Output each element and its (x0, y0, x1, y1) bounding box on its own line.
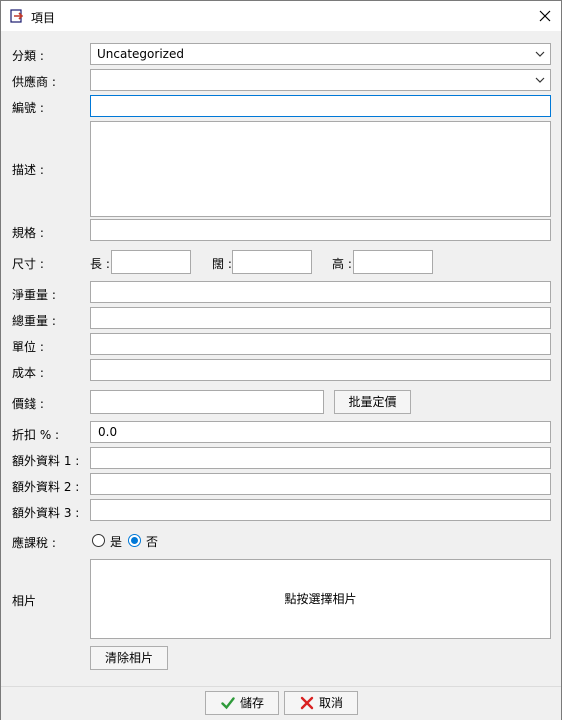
length-label: 長 : (90, 257, 110, 271)
price-label: 價錢 : (12, 397, 44, 411)
description-label: 描述 : (12, 163, 44, 177)
discount-label: 折扣 % : (12, 428, 60, 442)
supplier-label: 供應商 : (12, 75, 56, 89)
width-input[interactable] (232, 250, 312, 274)
title-bar: 項目 (1, 1, 561, 31)
spec-label: 規格 : (12, 226, 44, 240)
unit-input[interactable] (90, 333, 551, 355)
price-input[interactable] (90, 390, 324, 414)
cancel-button[interactable]: 取消 (284, 691, 358, 715)
clear-photo-button[interactable]: 清除相片 (90, 646, 168, 670)
chevron-down-icon (535, 51, 545, 57)
extra1-label: 額外資料 1 : (12, 454, 80, 468)
code-label: 編號 : (12, 101, 44, 115)
width-label: 闊 : (212, 257, 232, 271)
taxable-yes-label: 是 (110, 535, 123, 549)
discount-input[interactable]: 0.0 (90, 421, 551, 443)
length-input[interactable] (111, 250, 191, 274)
dialog-footer: 儲存 取消 (1, 686, 561, 720)
unit-label: 單位 : (12, 340, 44, 354)
net-weight-label: 淨重量 : (12, 288, 56, 302)
photo-label: 相片 (12, 594, 37, 608)
cost-label: 成本 : (12, 366, 44, 380)
document-arrow-icon (10, 9, 24, 23)
spec-input[interactable] (90, 219, 551, 241)
save-button[interactable]: 儲存 (205, 691, 279, 715)
photo-select-area[interactable]: 點按選擇相片 (90, 559, 551, 639)
cost-input[interactable] (90, 359, 551, 381)
x-cross-icon (300, 696, 314, 710)
extra3-input[interactable] (90, 499, 551, 521)
close-button[interactable] (529, 1, 561, 31)
taxable-no-label: 否 (146, 535, 159, 549)
category-label: 分類 : (12, 49, 44, 63)
taxable-label: 應課稅 : (12, 536, 56, 550)
height-input[interactable] (353, 250, 433, 274)
category-value: Uncategorized (97, 47, 184, 61)
taxable-no-radio[interactable] (128, 534, 141, 547)
code-input[interactable] (90, 95, 551, 117)
bulk-pricing-button[interactable]: 批量定價 (334, 390, 411, 414)
extra2-input[interactable] (90, 473, 551, 495)
extra2-label: 額外資料 2 : (12, 480, 80, 494)
extra3-label: 額外資料 3 : (12, 506, 80, 520)
gross-weight-label: 總重量 : (12, 314, 56, 328)
item-dialog: 項目 分類 : Uncategorized 供應商 : 編號 : 描述 : 規格… (0, 0, 562, 720)
taxable-yes-radio[interactable] (92, 534, 105, 547)
description-textarea[interactable] (90, 121, 551, 217)
gross-weight-input[interactable] (90, 307, 551, 329)
extra1-input[interactable] (90, 447, 551, 469)
category-dropdown[interactable]: Uncategorized (90, 43, 551, 65)
size-label: 尺寸 : (12, 257, 44, 271)
window-title: 項目 (31, 11, 56, 25)
net-weight-input[interactable] (90, 281, 551, 303)
cancel-label: 取消 (319, 696, 344, 710)
supplier-dropdown[interactable] (90, 69, 551, 91)
height-label: 高 : (332, 257, 352, 271)
close-icon (539, 10, 551, 22)
chevron-down-icon (535, 77, 545, 83)
save-label: 儲存 (240, 696, 265, 710)
checkmark-icon (221, 697, 235, 710)
item-form: 分類 : Uncategorized 供應商 : 編號 : 描述 : 規格 : … (1, 31, 561, 686)
